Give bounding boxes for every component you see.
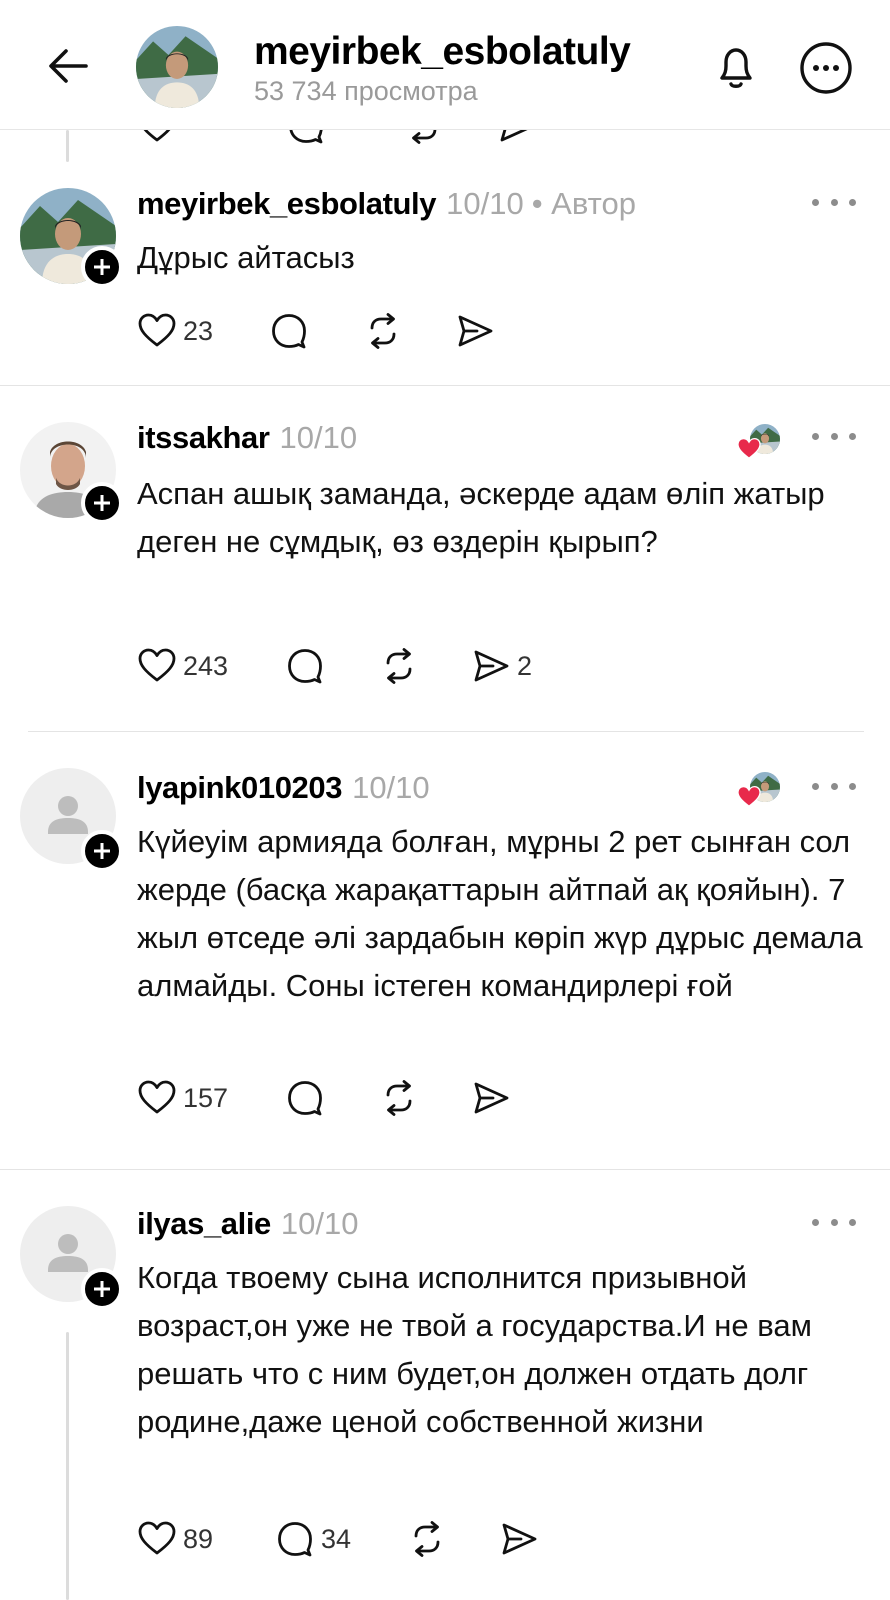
comment-text: Күйеуім армияда болған, мұрны 2 рет сынғ… bbox=[137, 824, 863, 1003]
follow-plus-icon[interactable] bbox=[81, 830, 123, 872]
author-liked-indicator bbox=[736, 770, 786, 810]
profile-avatar[interactable] bbox=[136, 26, 218, 108]
like-button[interactable]: 243 bbox=[137, 644, 228, 688]
comment-header: itssakhar 10/10 bbox=[137, 420, 357, 456]
share-button[interactable] bbox=[471, 1076, 511, 1120]
author-badge: • Автор bbox=[531, 186, 636, 221]
comment-icon bbox=[269, 311, 309, 351]
reply-button[interactable] bbox=[285, 1076, 325, 1120]
heart-icon bbox=[137, 646, 177, 686]
page-title[interactable]: meyirbek_esbolatuly bbox=[254, 30, 631, 74]
thread-line bbox=[66, 130, 69, 162]
share-count: 2 bbox=[517, 650, 533, 681]
comment-item: lyapink010203 10/10 Күйеуім армияда болға… bbox=[0, 758, 890, 1158]
author-liked-indicator bbox=[736, 422, 786, 462]
comment-date: 10/10 bbox=[352, 770, 430, 805]
more-options-icon[interactable] bbox=[798, 40, 854, 96]
bell-icon[interactable] bbox=[708, 40, 764, 96]
heart-icon bbox=[137, 311, 177, 351]
reply-button[interactable]: 34 bbox=[275, 1517, 351, 1561]
comment-text: Дұрыс айтасыз bbox=[137, 240, 355, 275]
follow-plus-icon[interactable] bbox=[81, 482, 123, 524]
comment-item: ilyas_alie 10/10 Когда твоему сына исполн… bbox=[0, 1198, 890, 1600]
like-count: 23 bbox=[183, 315, 214, 346]
back-arrow-icon[interactable] bbox=[44, 42, 92, 90]
comment-header: ilyas_alie 10/10 bbox=[137, 1206, 358, 1242]
view-count: 53 734 просмотра bbox=[254, 76, 478, 106]
comment-options-icon[interactable] bbox=[812, 426, 856, 446]
thread-line bbox=[66, 1332, 69, 1600]
comment-date: 10/10 bbox=[446, 186, 524, 221]
repost-button[interactable] bbox=[379, 1076, 419, 1120]
comment-icon bbox=[275, 1519, 315, 1559]
share-button[interactable] bbox=[499, 1517, 539, 1561]
username[interactable]: meyirbek_esbolatuly bbox=[137, 186, 437, 221]
repost-icon bbox=[379, 646, 419, 686]
comment-date: 10/10 bbox=[279, 420, 358, 455]
comment-header: meyirbek_esbolatuly 10/10 • Автор bbox=[137, 186, 636, 222]
comment-item: itssakhar 10/10 Аспан ашық заманда, әскер… bbox=[0, 418, 890, 718]
send-icon bbox=[471, 646, 511, 686]
divider bbox=[0, 1169, 890, 1170]
reply-button[interactable] bbox=[269, 309, 309, 353]
username[interactable]: itssakhar bbox=[137, 420, 270, 455]
divider bbox=[0, 385, 890, 386]
repost-button[interactable] bbox=[363, 309, 403, 353]
comment-options-icon[interactable] bbox=[812, 776, 856, 796]
divider bbox=[28, 731, 864, 732]
like-button[interactable]: 23 bbox=[137, 309, 213, 353]
reply-button[interactable] bbox=[285, 644, 325, 688]
repost-icon bbox=[379, 1078, 419, 1118]
comment-item: meyirbek_esbolatuly 10/10 • Автор Дұрыс ай… bbox=[0, 184, 890, 384]
send-icon bbox=[499, 1519, 539, 1559]
heart-filled-icon bbox=[737, 785, 761, 807]
repost-icon bbox=[407, 1519, 447, 1559]
like-button[interactable]: 89 bbox=[137, 1517, 213, 1561]
reply-count: 34 bbox=[321, 1523, 352, 1554]
send-icon bbox=[471, 1078, 511, 1118]
like-count: 157 bbox=[183, 1082, 229, 1113]
username[interactable]: ilyas_alie bbox=[137, 1206, 271, 1241]
follow-plus-icon[interactable] bbox=[81, 246, 123, 288]
like-button[interactable]: 157 bbox=[137, 1076, 228, 1120]
heart-filled-icon bbox=[737, 437, 761, 459]
comment-icon bbox=[285, 1078, 325, 1118]
comment-date: 10/10 bbox=[280, 1206, 359, 1241]
repost-button[interactable] bbox=[379, 644, 419, 688]
comment-text: Аспан ашық заманда, әскерде адам өліп жа… bbox=[137, 476, 825, 559]
comment-text: Когда твоему сына исполнится призывной в… bbox=[137, 1260, 812, 1439]
previous-post-actions bbox=[0, 130, 890, 160]
comment-options-icon[interactable] bbox=[812, 192, 856, 212]
follow-plus-icon[interactable] bbox=[81, 1268, 123, 1310]
send-icon bbox=[455, 311, 495, 351]
comment-icon bbox=[285, 646, 325, 686]
share-button[interactable]: 2 bbox=[471, 644, 532, 688]
heart-icon bbox=[137, 1519, 177, 1559]
share-button[interactable] bbox=[455, 309, 495, 353]
comment-options-icon[interactable] bbox=[812, 1212, 856, 1232]
like-count: 243 bbox=[183, 650, 229, 681]
repost-button[interactable] bbox=[407, 1517, 447, 1561]
username[interactable]: lyapink010203 bbox=[137, 770, 342, 805]
like-count: 89 bbox=[183, 1523, 214, 1554]
heart-icon bbox=[137, 1078, 177, 1118]
comment-header: lyapink010203 10/10 bbox=[137, 770, 430, 806]
top-bar: meyirbek_esbolatuly 53 734 просмотра bbox=[0, 0, 890, 130]
repost-icon bbox=[363, 311, 403, 351]
